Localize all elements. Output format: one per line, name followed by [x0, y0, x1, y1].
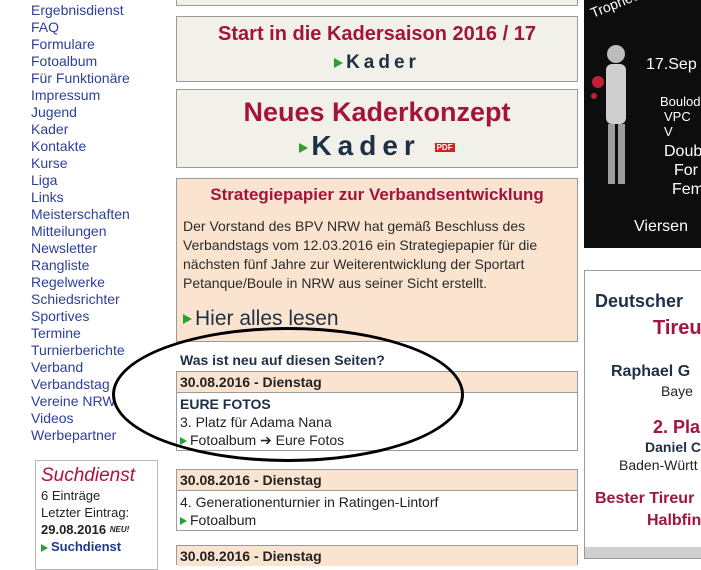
nav-item-sportives[interactable]: Sportives: [31, 308, 171, 325]
arrow-icon: [180, 517, 187, 526]
kadersaison-title: Start in die Kadersaison 2016 / 17: [218, 23, 536, 45]
nav-item-für-funktionäre[interactable]: Für Funktionäre: [31, 70, 171, 87]
arrow-icon: [41, 543, 48, 552]
new-badge: NEU!: [109, 525, 130, 534]
kaderkonzept-box: Neues Kaderkonzept Kader PDF: [176, 89, 578, 168]
read-more-link[interactable]: Hier alles lesen: [195, 307, 339, 330]
nav-item-impressum[interactable]: Impressum: [31, 87, 171, 104]
suchdienst-box: Suchdienst 6 Einträge Letzter Eintrag: 2…: [35, 460, 158, 570]
entry-date: 30.08.2016 - Dienstag: [177, 470, 577, 491]
nav-item-turnierberichte[interactable]: Turnierberichte: [31, 342, 171, 359]
entry-text: 4. Generationenturnier in Ratingen-Linto…: [180, 494, 439, 510]
nav-item-kader[interactable]: Kader: [31, 121, 171, 138]
news-entry: 30.08.2016 - Dienstag 4. Generationentur…: [176, 469, 578, 531]
nav-item-termine[interactable]: Termine: [31, 325, 171, 342]
second-name: Daniel C: [645, 439, 701, 455]
suchdienst-title: Suchdienst: [41, 465, 136, 486]
championship-box: Deutscher Tireur Raphael G Baye 2. Pla D…: [584, 270, 701, 559]
nav-item-werbepartner[interactable]: Werbepartner: [31, 427, 171, 444]
nav-item-fotoalbum[interactable]: Fotoalbum: [31, 53, 171, 70]
nav-item-newsletter[interactable]: Newsletter: [31, 240, 171, 257]
pdf-icon: PDF: [434, 143, 455, 153]
poster-line7: Fem: [672, 181, 701, 198]
arrow-icon: [299, 142, 309, 153]
player-figure-icon: [591, 45, 626, 184]
nav-item-ergebnisdienst[interactable]: Ergebnisdienst: [31, 2, 171, 19]
suchdienst-last-label: Letzter Eintrag:: [41, 505, 130, 520]
nav-item-schiedsrichter[interactable]: Schiedsrichter: [31, 291, 171, 308]
entry-text: 3. Platz für Adama Nana: [180, 414, 332, 430]
kader-link[interactable]: Kader: [346, 52, 420, 73]
nav-item-regelwerke[interactable]: Regelwerke: [31, 274, 171, 291]
nav-item-videos[interactable]: Videos: [31, 410, 171, 427]
strategie-text: Der Vorstand des BPV NRW hat gemäß Besch…: [183, 218, 538, 291]
arrow-icon: [183, 314, 192, 325]
nav-item-kurse[interactable]: Kurse: [31, 155, 171, 172]
winner-region: Baye: [661, 383, 693, 399]
second-region: Baden-Württ: [619, 457, 698, 473]
entry-date: 30.08.2016 - Dienstag: [177, 372, 577, 393]
previous-box-edge: [176, 0, 578, 6]
poster-line6: For: [674, 162, 698, 179]
arrow-icon: [334, 57, 344, 68]
entry-link[interactable]: Fotoalbum: [190, 512, 256, 528]
second-place: 2. Pla: [653, 417, 701, 437]
nav-item-vereine-nrw[interactable]: Vereine NRW: [31, 393, 171, 410]
winner-name: Raphael G: [611, 363, 691, 380]
entry-link[interactable]: Fotoalbum ➔ Eure Fotos: [190, 432, 344, 448]
kadersaison-box: Start in die Kadersaison 2016 / 17 Kader: [176, 16, 578, 82]
nav-item-formulare[interactable]: Formulare: [31, 36, 171, 53]
poster-line4: VPC V: [664, 109, 691, 139]
news-entry: 30.08.2016 - Dienstag EURE FOTOS 3. Plat…: [176, 371, 578, 451]
nav-item-verband[interactable]: Verband: [31, 359, 171, 376]
nav-item-liga[interactable]: Liga: [31, 172, 171, 189]
suchdienst-last-date: 29.08.2016: [41, 522, 107, 537]
nav-item-mitteilungen[interactable]: Mitteilungen: [31, 223, 171, 240]
poster-line3: Boulod: [660, 94, 701, 109]
photo-strip: [585, 547, 701, 558]
nav-item-rangliste[interactable]: Rangliste: [31, 257, 171, 274]
champ-heading: Deutscher: [595, 291, 684, 311]
poster-line5: Doub: [664, 143, 701, 160]
event-poster[interactable]: Trophee des D 17.Sep Boulod VPC V Doub F…: [584, 0, 701, 248]
poster-title: Trophee des D: [588, 0, 679, 21]
kaderkonzept-link[interactable]: Kader: [311, 130, 420, 161]
entry-title: EURE FOTOS: [180, 396, 271, 412]
suchdienst-count: 6 Einträge: [41, 488, 101, 503]
nav-item-jugend[interactable]: Jugend: [31, 104, 171, 121]
strategie-title: Strategiepapier zur Verbandsentwicklung: [210, 185, 544, 204]
news-entry: 30.08.2016 - Dienstag: [176, 545, 578, 566]
arrow-icon: [180, 437, 187, 446]
entry-date: 30.08.2016 - Dienstag: [177, 546, 577, 566]
nav-item-faq[interactable]: FAQ: [31, 19, 171, 36]
champ-category: Tireur: [653, 317, 701, 339]
poster-date: 17.Sep: [646, 56, 697, 73]
nav-item-links[interactable]: Links: [31, 189, 171, 206]
strategie-box: Strategiepapier zur Verbandsentwicklung …: [176, 178, 578, 342]
nav-item-verbandstag[interactable]: Verbandstag: [31, 376, 171, 393]
halbfinal-label: Halbfin: [647, 512, 701, 529]
kaderkonzept-title: Neues Kaderkonzept: [243, 97, 511, 127]
whatsnew-heading: Was ist neu auf diesen Seiten?: [180, 352, 385, 368]
nav-item-meisterschaften[interactable]: Meisterschaften: [31, 206, 171, 223]
suchdienst-link[interactable]: Suchdienst: [51, 539, 121, 554]
best-tireur-heading: Bester Tireur: [595, 490, 695, 507]
poster-city: Viersen: [634, 218, 688, 235]
nav-item-kontakte[interactable]: Kontakte: [31, 138, 171, 155]
left-nav: Ergebnisdienst FAQ Formulare Fotoalbum Für F…: [31, 2, 171, 444]
